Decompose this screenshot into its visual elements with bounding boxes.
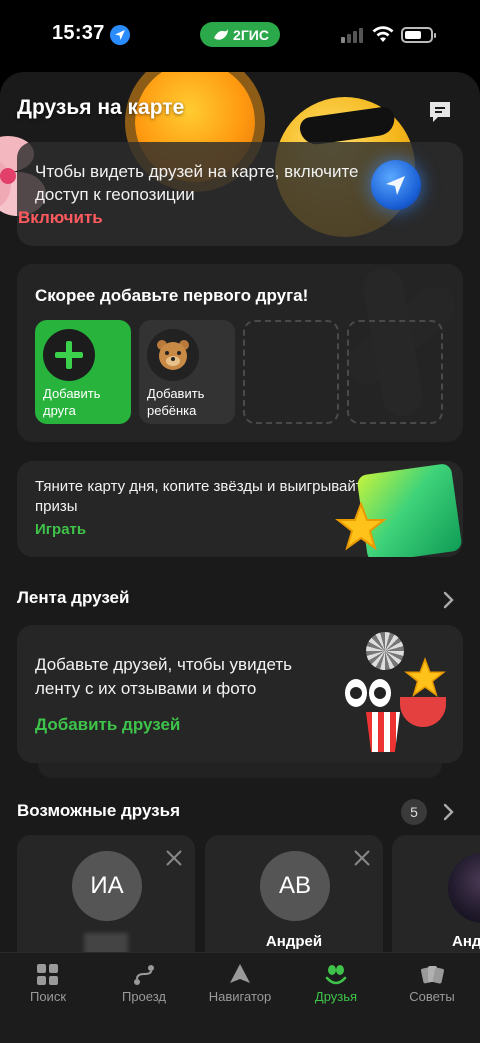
tab-navigator[interactable]: Навигатор (192, 953, 288, 1013)
add-child-button[interactable]: Добавить ребёнка (139, 320, 235, 424)
tab-label: Советы (409, 989, 455, 1004)
bird-icon (214, 28, 229, 40)
add-friend-label: Добавить друга (43, 386, 101, 418)
app-name: 2ГИС (233, 26, 269, 43)
wifi-icon (372, 26, 394, 42)
status-time: 15:37 (52, 22, 105, 44)
avatar: АВ (260, 851, 330, 921)
close-icon[interactable] (353, 849, 371, 867)
tab-label: Поиск (29, 989, 67, 1004)
close-icon[interactable] (165, 849, 183, 867)
grid-icon (37, 964, 58, 985)
add-friend-button[interactable]: Добавить друга (35, 320, 131, 424)
friends-icon (325, 965, 347, 985)
friends-sheet: Друзья на карте Чтобы видеть друзей на к… (0, 72, 480, 972)
tab-search[interactable]: Поиск (0, 953, 96, 1013)
card-stack-shadow (38, 762, 442, 778)
page-title: Друзья на карте (17, 96, 185, 119)
feed-section-title[interactable]: Лента друзей (17, 588, 129, 608)
location-arrow-icon (110, 25, 130, 45)
chat-bubble-icon[interactable] (427, 99, 453, 125)
add-friends-button[interactable]: Добавить друзей (35, 715, 180, 735)
suggestions-count-badge: 5 (401, 799, 427, 825)
bottom-tab-bar: Поиск Проезд Навигатор Друзья Советы (0, 952, 480, 1043)
empty-friend-slot (347, 320, 443, 424)
empty-friend-slot (243, 320, 339, 424)
location-arrow-icon (371, 160, 421, 210)
star-icon (335, 501, 387, 551)
back-to-app-pill[interactable]: 2ГИС (200, 22, 280, 47)
daily-card-game-banner[interactable]: Тяните карту дня, копите звёзды и выигры… (17, 461, 463, 557)
battery-icon (401, 27, 436, 43)
disco-ball-icon (366, 632, 404, 670)
chevron-right-icon[interactable] (442, 590, 456, 610)
tab-label: Навигатор (208, 989, 272, 1004)
plus-icon (43, 329, 95, 381)
add-first-friend-card: Скорее добавьте первого друга! Добавить … (17, 264, 463, 442)
star-icon (404, 657, 446, 697)
feed-text: Добавьте друзей, чтобы увидеть ленту с и… (35, 655, 293, 698)
avatar: ИА (72, 851, 142, 921)
add-child-label: Добавить ребёнка (147, 386, 205, 418)
cellular-signal-icon (341, 27, 363, 43)
tab-route[interactable]: Проезд (96, 953, 192, 1013)
avatar (448, 853, 480, 923)
cards-icon (421, 966, 444, 984)
geolocation-text: Чтобы видеть друзей на карте, включите д… (35, 162, 359, 204)
chevron-right-icon[interactable] (442, 802, 456, 822)
eyes-icon (345, 679, 367, 707)
play-button[interactable]: Играть (35, 521, 86, 538)
tab-label: Друзья (314, 989, 358, 1004)
friend-name: Андрей (265, 933, 323, 950)
popcorn-icon (366, 712, 400, 752)
tab-label: Проезд (121, 989, 166, 1004)
bear-icon (147, 329, 199, 381)
navigator-icon (230, 964, 250, 983)
add-friend-title: Скорее добавьте первого друга! (35, 286, 309, 305)
tab-friends[interactable]: Друзья (288, 953, 384, 1013)
eyes-icon (369, 679, 391, 707)
tab-tips[interactable]: Советы (384, 953, 480, 1013)
route-icon (134, 965, 154, 985)
enable-geolocation-button[interactable]: Включить (18, 208, 103, 228)
friend-name: Анд (452, 933, 480, 950)
suggested-friends-title[interactable]: Возможные друзья (17, 801, 180, 821)
status-bar: 15:37 2ГИС (0, 0, 480, 70)
